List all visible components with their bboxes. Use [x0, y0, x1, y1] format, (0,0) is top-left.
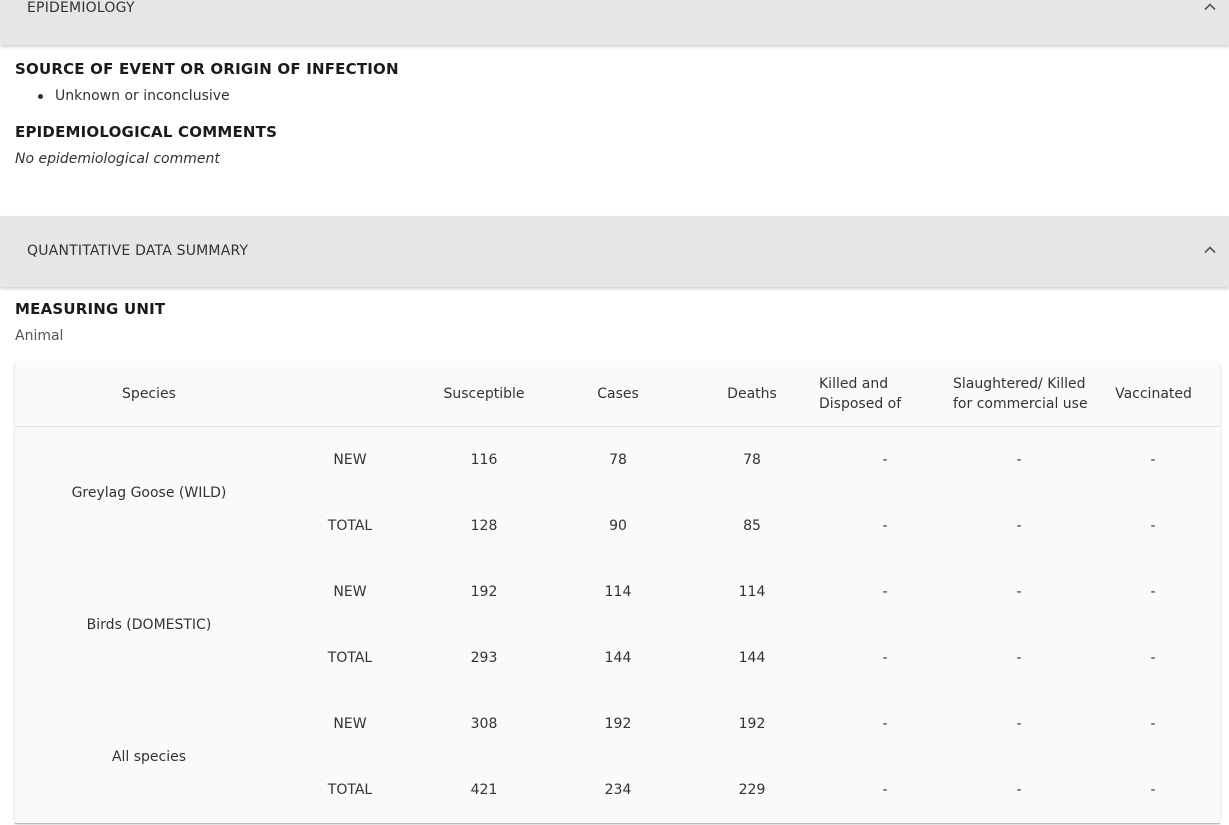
value-susceptible: 293: [470, 650, 498, 666]
measuring-unit-title: MEASURING UNIT: [15, 300, 166, 318]
value-cases: 234: [604, 782, 632, 798]
value-slaughtered: -: [1016, 452, 1022, 468]
value-killed-disposed: -: [882, 716, 888, 732]
value-deaths: 229: [738, 782, 766, 798]
value-susceptible: 128: [470, 518, 498, 534]
value-killed-disposed: -: [882, 452, 888, 468]
value-vaccinated: -: [1150, 716, 1156, 732]
value-slaughtered: -: [1016, 650, 1022, 666]
table-header-row: Species Susceptible Cases Deaths Killed …: [15, 362, 1220, 427]
chevron-up-icon[interactable]: [1203, 0, 1217, 14]
value-cases: 78: [609, 452, 627, 468]
value-vaccinated: -: [1150, 452, 1156, 468]
value-slaughtered: -: [1016, 518, 1022, 534]
row-type-label: TOTAL: [327, 782, 373, 798]
value-slaughtered: -: [1016, 716, 1022, 732]
value-susceptible: 421: [470, 782, 498, 798]
row-type-label: NEW: [333, 716, 367, 732]
column-header-cases: Cases: [597, 386, 639, 402]
value-vaccinated: -: [1150, 584, 1156, 600]
value-deaths: 144: [738, 650, 766, 666]
value-vaccinated: -: [1150, 518, 1156, 534]
value-killed-disposed: -: [882, 650, 888, 666]
epidemiological-comments-title: EPIDEMIOLOGICAL COMMENTS: [15, 123, 278, 141]
column-header-species: Species: [122, 386, 176, 402]
value-susceptible: 308: [470, 716, 498, 732]
column-header-slaughtered-killed: Slaughtered/ Killed for commercial use: [953, 376, 1088, 412]
value-deaths: 85: [743, 518, 761, 534]
value-deaths: 78: [743, 452, 761, 468]
epidemiological-comment-text: No epidemiological comment: [15, 151, 220, 167]
value-killed-disposed: -: [882, 518, 888, 534]
column-header-deaths: Deaths: [727, 386, 777, 402]
source-of-event-title: SOURCE OF EVENT OR ORIGIN OF INFECTION: [15, 60, 399, 78]
row-type-label: TOTAL: [327, 650, 373, 666]
quantitative-data-table: Species Susceptible Cases Deaths Killed …: [15, 362, 1220, 824]
species-name: Greylag Goose (WILD): [71, 485, 227, 501]
value-cases: 192: [604, 716, 632, 732]
value-slaughtered: -: [1016, 782, 1022, 798]
value-deaths: 114: [738, 584, 766, 600]
value-killed-disposed: -: [882, 584, 888, 600]
value-deaths: 192: [738, 716, 766, 732]
chevron-up-icon[interactable]: [1203, 243, 1217, 257]
value-vaccinated: -: [1150, 650, 1156, 666]
quantitative-panel-header[interactable]: QUANTITATIVE DATA SUMMARY: [0, 216, 1229, 287]
value-vaccinated: -: [1150, 782, 1156, 798]
species-name: All species: [111, 749, 187, 765]
row-type-label: NEW: [333, 584, 367, 600]
epidemiology-header-title: EPIDEMIOLOGY: [27, 0, 135, 16]
row-type-label: NEW: [333, 452, 367, 468]
species-name: Birds (DOMESTIC): [86, 617, 212, 633]
column-header-killed-disposed: Killed and Disposed of: [819, 376, 902, 412]
row-type-label: TOTAL: [327, 518, 373, 534]
value-cases: 90: [609, 518, 627, 534]
column-header-susceptible: Susceptible: [443, 386, 525, 402]
column-header-vaccinated: Vaccinated: [1115, 386, 1192, 402]
value-susceptible: 192: [470, 584, 498, 600]
source-item: Unknown or inconclusive: [55, 88, 230, 104]
value-cases: 114: [604, 584, 632, 600]
quantitative-header-title: QUANTITATIVE DATA SUMMARY: [27, 243, 249, 259]
value-killed-disposed: -: [882, 782, 888, 798]
measuring-unit-value: Animal: [15, 328, 64, 344]
epidemiology-panel-header[interactable]: EPIDEMIOLOGY: [0, 0, 1229, 45]
value-cases: 144: [604, 650, 632, 666]
value-slaughtered: -: [1016, 584, 1022, 600]
bullet-dot-icon: [38, 94, 43, 99]
value-susceptible: 116: [470, 452, 498, 468]
